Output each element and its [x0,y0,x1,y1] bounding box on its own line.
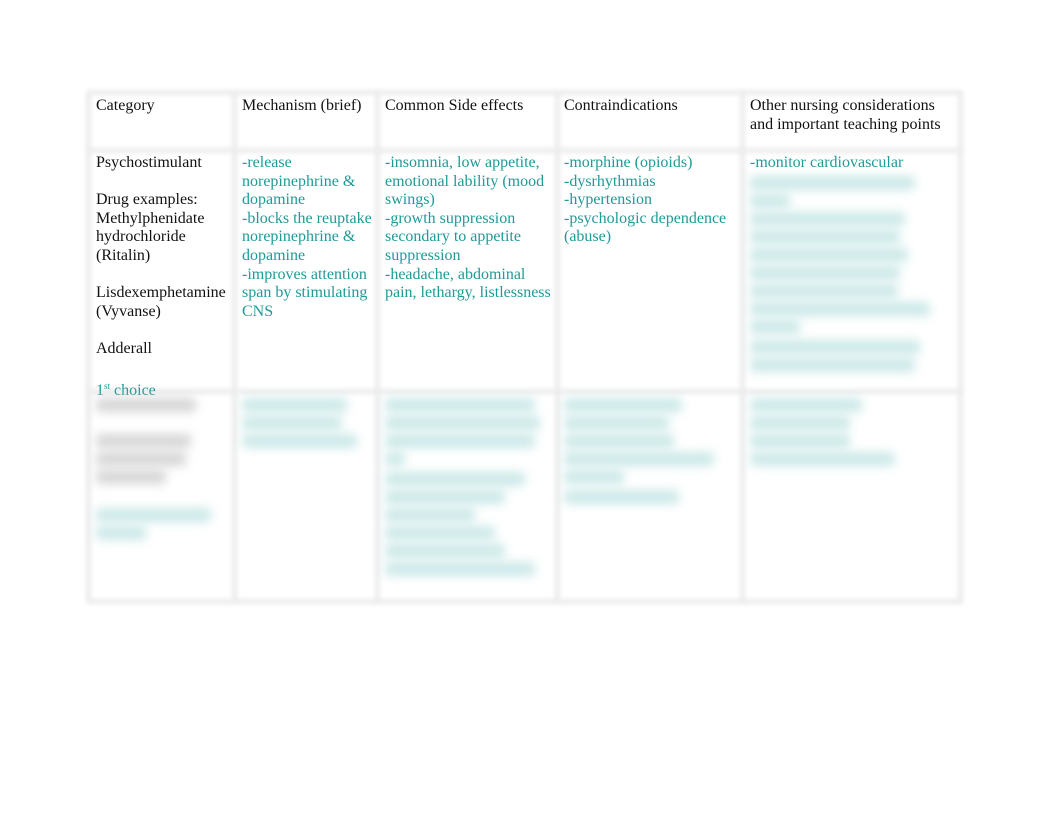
drug-adderall: Adderall [96,339,152,357]
contraindication-item: -dysrhythmias [564,172,656,190]
mechanism-cell: -release norepinephrine & dopamine -bloc… [242,154,374,321]
side-effects-cell: -insomnia, low appetite, emotional labil… [385,154,553,303]
mechanism-item: -improves attention span by stimulating … [242,265,368,320]
table-border [88,90,962,95]
mechanism-item: -release norepinephrine & dopamine [242,154,356,209]
header-nursing: Other nursing considerations and importa… [750,97,941,133]
header-contraindications: Contraindications [564,97,678,114]
side-effect-item: -growth suppression secondary to appetit… [385,209,521,264]
header-side-effects: Common Side effects [385,97,524,114]
column-divider [555,92,560,602]
table-border [958,92,963,602]
header-category: Category [96,97,155,114]
drug-examples-label: Drug examples: [96,191,198,209]
column-divider [232,92,237,602]
choice-text: choice [110,382,156,400]
contraindication-item: -psychologic dependence (abuse) [564,209,727,246]
mechanism-item: -blocks the reuptake norepinephrine & do… [242,209,372,264]
row-divider [88,148,962,153]
contraindication-item: -hypertension [564,191,652,209]
table-border [86,92,91,602]
contraindication-item: -morphine (opioids) [564,154,693,171]
table-border [88,599,962,604]
drug-table: Category Mechanism (brief) Common Side e… [86,90,963,604]
drug-vyvanse: Lisdexemphetamine (Vyvanse) [96,284,226,320]
column-divider [740,92,745,602]
drug-ritalin: Methylphenidate hydrochloride (Ritalin) [96,209,205,264]
column-divider [375,92,380,602]
choice-number: 1 [96,382,104,400]
category-cell: Psychostimulant Drug examples: Methylphe… [96,154,231,401]
side-effect-item: -insomnia, low appetite, emotional labil… [385,154,545,209]
header-mechanism: Mechanism (brief) [242,97,362,114]
contraindications-cell: -morphine (opioids) -dysrhythmias -hyper… [564,154,739,247]
side-effect-item: -headache, abdominal pain, lethargy, lis… [385,265,551,302]
nursing-item: -monitor cardiovascular [750,154,904,171]
nursing-cell: -monitor cardiovascular [750,154,950,173]
category-name: Psychostimulant [96,154,202,171]
